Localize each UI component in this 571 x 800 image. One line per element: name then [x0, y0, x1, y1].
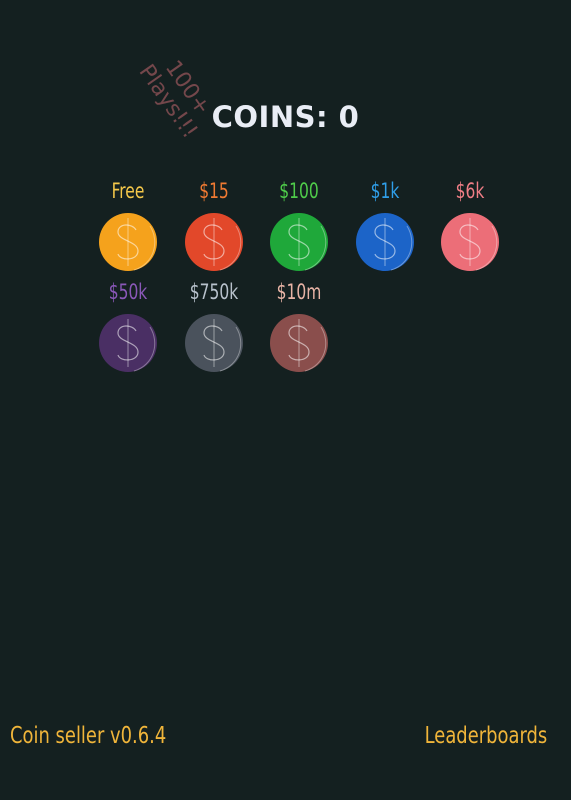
dollar-coin-icon [99, 213, 157, 271]
dollar-coin-icon [99, 314, 157, 372]
dollar-coin-icon [441, 213, 499, 271]
coin-item[interactable]: $15 [184, 176, 244, 272]
dollar-coin-icon [355, 213, 414, 271]
coin-price-label: $50k [108, 280, 148, 304]
coin-item[interactable]: $100 [269, 176, 329, 272]
coin-price-label: $10m [276, 280, 322, 304]
coin-price-label: $100 [279, 179, 319, 203]
coin-price-label: $750k [189, 280, 238, 304]
coin-button[interactable] [355, 212, 415, 272]
coin-button[interactable] [184, 212, 244, 272]
coin-button[interactable] [269, 313, 329, 373]
leaderboards-link[interactable]: Leaderboards [424, 720, 547, 752]
game-screen: 100+ Plays!!! COINS: 0 Free $15 $100 $1k $6k… [0, 0, 571, 800]
coin-item[interactable]: $1k [355, 176, 415, 272]
coin-item[interactable]: $50k [98, 277, 158, 373]
coin-button[interactable] [98, 212, 158, 272]
coin-button[interactable] [269, 212, 329, 272]
coin-button[interactable] [98, 313, 158, 373]
coin-item[interactable]: $10m [269, 277, 329, 373]
coin-price-label: Free [111, 179, 145, 203]
dollar-coin-icon [270, 213, 328, 271]
coin-price-label: $1k [370, 179, 399, 203]
coin-price-label: $15 [198, 179, 229, 203]
dollar-coin-icon [184, 213, 243, 271]
coin-button[interactable] [440, 212, 500, 272]
coin-item[interactable]: $750k [184, 277, 244, 373]
dollar-coin-icon [270, 314, 328, 372]
coins-counter: COINS: 0 [211, 100, 360, 134]
coin-button[interactable] [184, 313, 244, 373]
version-label: Coin seller v0.6.4 [10, 723, 167, 749]
plays-banner: 100+ Plays!!! [126, 36, 228, 154]
coin-item[interactable]: Free [98, 176, 158, 272]
coin-item[interactable]: $6k [440, 176, 500, 272]
coin-price-label: $6k [455, 179, 485, 203]
dollar-coin-icon [184, 314, 243, 372]
